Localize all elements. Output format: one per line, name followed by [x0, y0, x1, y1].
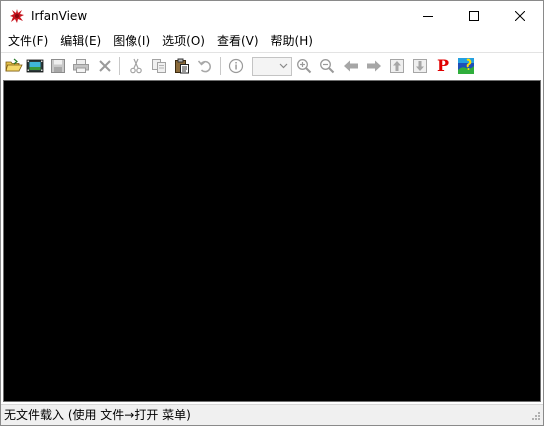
cut-icon: [130, 58, 142, 74]
paint-button[interactable]: P: [433, 56, 453, 76]
zoom-out-icon: [320, 59, 335, 74]
toolbar: P: [1, 52, 543, 78]
cut-button[interactable]: [126, 56, 146, 76]
open-button[interactable]: [4, 56, 24, 76]
window-title: IrfanView: [31, 9, 88, 23]
skin-button[interactable]: [456, 56, 476, 76]
undo-icon: [197, 60, 211, 73]
minimize-icon: [423, 16, 433, 17]
zoom-in-icon: [297, 59, 312, 74]
zoom-out-button[interactable]: [317, 56, 337, 76]
print-button[interactable]: [71, 56, 91, 76]
info-button[interactable]: [226, 56, 246, 76]
image-viewport[interactable]: [3, 80, 541, 402]
menu-image[interactable]: 图像(I): [107, 31, 156, 51]
paste-button[interactable]: [172, 56, 192, 76]
first-icon: [390, 59, 404, 73]
save-button[interactable]: [48, 56, 68, 76]
zoom-in-button[interactable]: [294, 56, 314, 76]
toolbar-separator: [220, 57, 221, 75]
info-icon: [228, 58, 244, 74]
delete-button[interactable]: [95, 56, 115, 76]
status-text: 无文件载入 (使用 文件→打开 菜单): [4, 408, 191, 422]
resize-grip-icon[interactable]: [529, 411, 541, 423]
maximize-button[interactable]: [451, 1, 497, 31]
last-button[interactable]: [410, 56, 430, 76]
save-icon: [51, 59, 65, 73]
slideshow-icon: [26, 59, 44, 73]
toolbar-separator: [119, 57, 120, 75]
undo-button[interactable]: [195, 56, 215, 76]
menu-bar: 文件(F) 编辑(E) 图像(I) 选项(O) 查看(V) 帮助(H): [1, 31, 543, 51]
copy-button[interactable]: [149, 56, 169, 76]
open-folder-icon: [5, 58, 23, 72]
next-button[interactable]: [364, 56, 384, 76]
first-button[interactable]: [387, 56, 407, 76]
chevron-down-icon: [279, 63, 288, 69]
close-button[interactable]: [497, 1, 543, 31]
paint-icon: P: [436, 56, 450, 75]
zoom-combo[interactable]: [252, 57, 292, 76]
last-icon: [413, 59, 427, 73]
next-icon: [367, 60, 381, 72]
maximize-icon: [469, 11, 479, 21]
close-icon: [515, 11, 525, 21]
slideshow-button[interactable]: [25, 56, 45, 76]
menu-help[interactable]: 帮助(H): [265, 31, 319, 51]
paste-icon: [175, 58, 189, 74]
minimize-button[interactable]: [405, 1, 451, 31]
status-bar: 无文件载入 (使用 文件→打开 菜单): [1, 404, 543, 425]
menu-options[interactable]: 选项(O): [156, 31, 211, 51]
previous-button[interactable]: [341, 56, 361, 76]
delete-icon: [99, 60, 111, 72]
previous-icon: [344, 60, 358, 72]
menu-edit[interactable]: 编辑(E): [54, 31, 107, 51]
skin-icon: [458, 58, 474, 74]
irfanview-logo-icon[interactable]: [9, 8, 25, 24]
menu-file[interactable]: 文件(F): [1, 31, 54, 51]
title-bar[interactable]: IrfanView: [1, 1, 543, 31]
irfanview-window: IrfanView 文件(F) 编辑(E) 图像(I) 选项(O) 查看(V) …: [0, 0, 544, 426]
print-icon: [73, 59, 89, 73]
copy-icon: [152, 59, 166, 73]
menu-view[interactable]: 查看(V): [211, 31, 265, 51]
